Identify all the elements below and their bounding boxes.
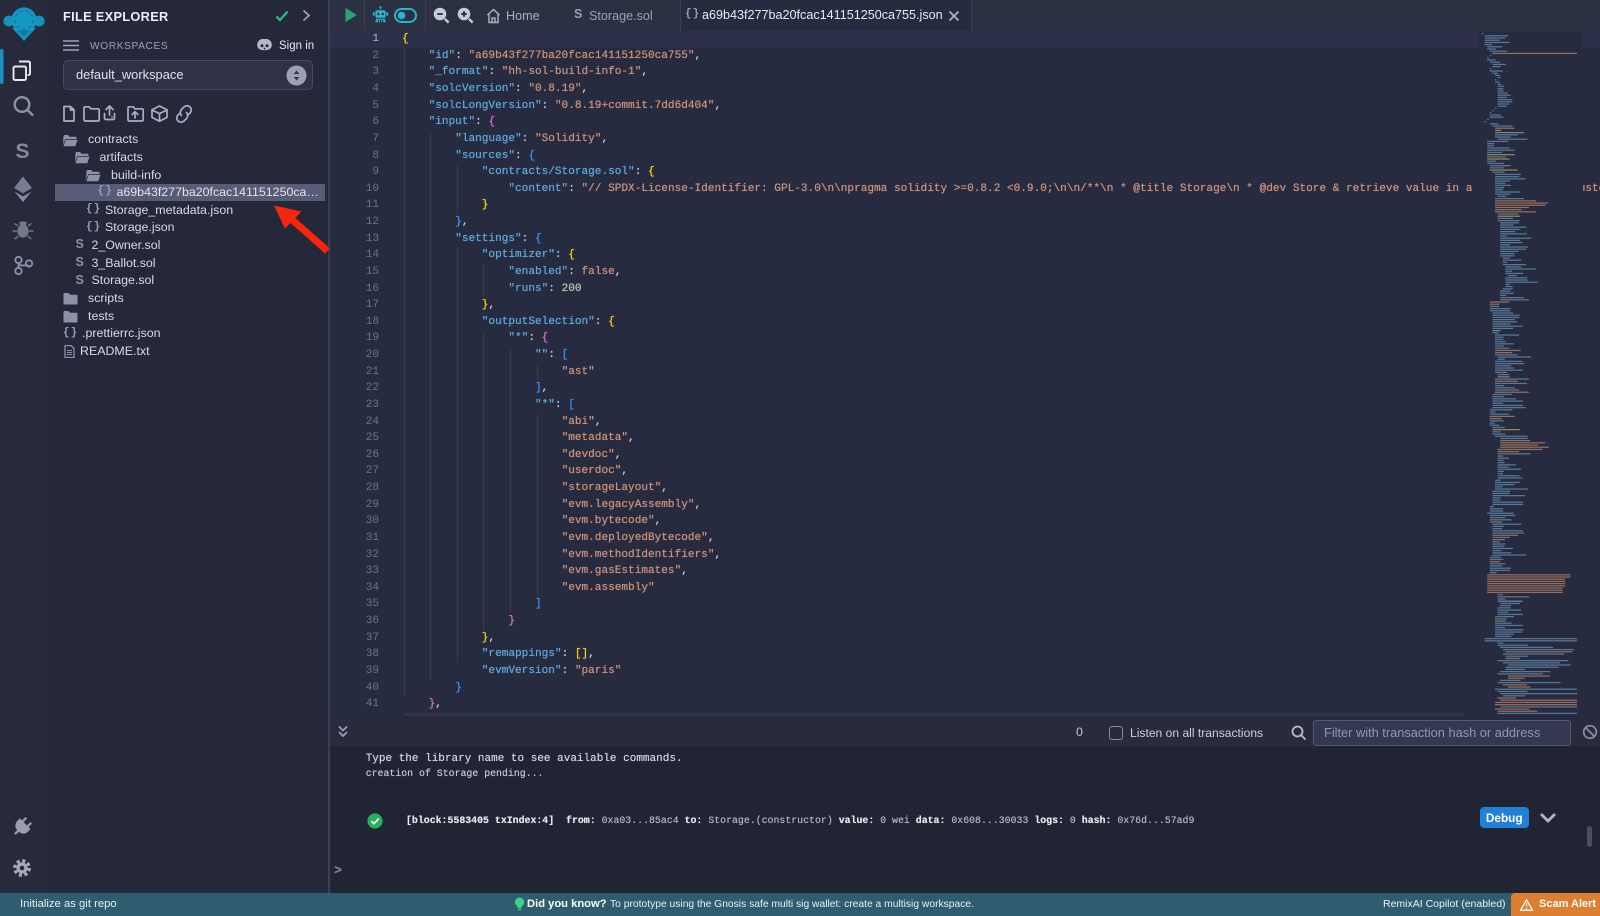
svg-text:S: S [16,140,30,163]
